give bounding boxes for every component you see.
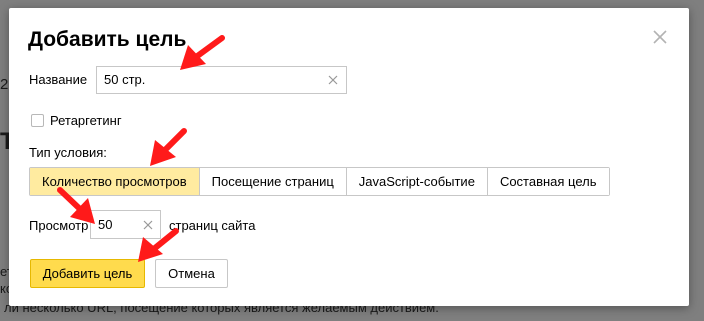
- condition-type-label: Тип условия:: [29, 145, 107, 160]
- dialog-title: Добавить цель: [28, 28, 187, 51]
- views-prefix-label: Просмотр: [29, 218, 89, 233]
- condition-option-page-views[interactable]: Количество просмотров: [30, 168, 199, 195]
- add-goal-button[interactable]: Добавить цель: [30, 259, 145, 288]
- condition-option-composite-goal[interactable]: Составная цель: [486, 168, 609, 195]
- clear-name-icon[interactable]: [328, 75, 338, 85]
- condition-option-javascript-event[interactable]: JavaScript-событие: [345, 168, 487, 195]
- clear-views-icon[interactable]: [143, 220, 153, 230]
- views-suffix-label: страниц сайта: [169, 218, 256, 233]
- condition-type-switch: Количество просмотров Посещение страниц …: [29, 167, 610, 196]
- cancel-button[interactable]: Отмена: [155, 259, 228, 288]
- condition-option-page-visits[interactable]: Посещение страниц: [198, 168, 346, 195]
- goal-name-input[interactable]: 50 стр.: [96, 66, 347, 94]
- retargeting-label[interactable]: Ретаргетинг: [50, 113, 122, 128]
- retargeting-checkbox[interactable]: [31, 114, 44, 127]
- goal-name-label: Название: [29, 72, 88, 87]
- close-icon[interactable]: [651, 28, 669, 46]
- add-goal-dialog: Добавить цель Название 50 стр. Ретаргети…: [9, 8, 689, 306]
